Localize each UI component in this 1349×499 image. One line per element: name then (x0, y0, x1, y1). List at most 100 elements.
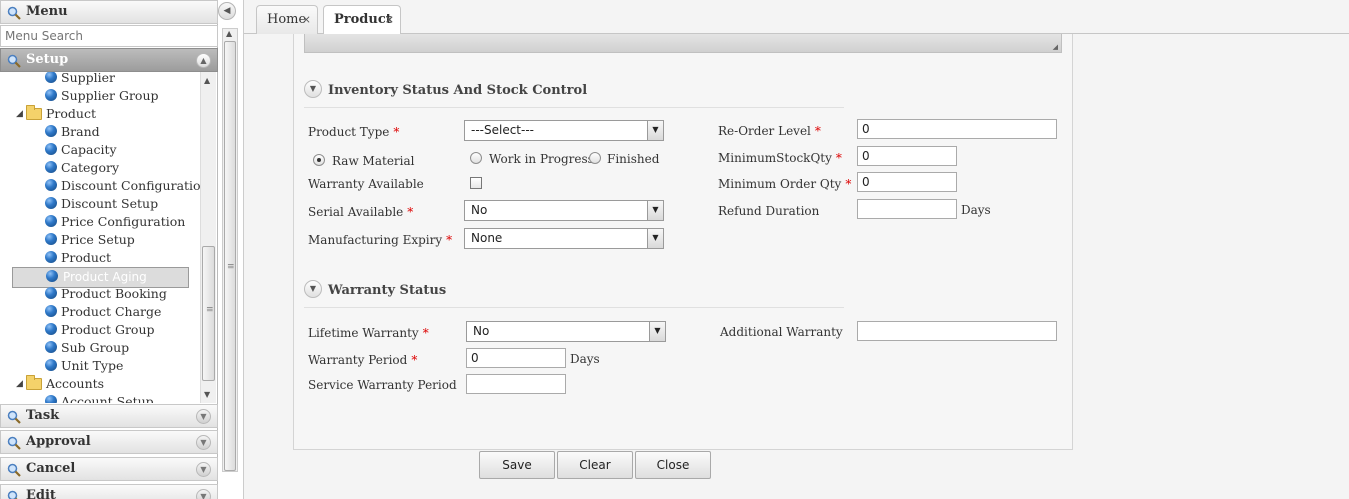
tree-item-label: Unit Type (61, 358, 124, 373)
sidebar-scroll-thumb[interactable]: ≡ (224, 41, 236, 471)
tree-item[interactable]: Category (45, 159, 195, 177)
chevron-down-icon[interactable]: ▼ (304, 80, 322, 98)
dropdown-arrow-icon[interactable]: ▼ (647, 229, 663, 248)
tree-scrollbar[interactable]: ▲ ≡ ▼ (200, 72, 216, 403)
sidebar: Menu Setup ▲ Supplier Supplier Group ◢ Pr… (0, 0, 218, 499)
label-text: Serial Available (308, 205, 404, 219)
label-text: MinimumStockQty (718, 151, 832, 165)
serial-available-select[interactable]: No ▼ (464, 200, 664, 221)
tree-item-label: Category (61, 160, 120, 175)
scroll-up-icon[interactable]: ▲ (226, 29, 232, 38)
tab-product[interactable]: Product × (323, 5, 401, 35)
expand-arrow-icon[interactable]: ◢ (16, 105, 23, 123)
chevron-down-icon[interactable]: ▼ (196, 409, 211, 424)
additional-warranty-input[interactable] (857, 321, 1057, 341)
bullet-icon (45, 215, 57, 227)
bullet-icon (45, 305, 57, 317)
tree-item[interactable]: Price Configuration (45, 213, 195, 231)
section-inventory-header[interactable]: ▼ Inventory Status And Stock Control (304, 78, 844, 108)
manufacturing-expiry-select[interactable]: None ▼ (464, 228, 664, 249)
tree-item-label: Capacity (61, 142, 117, 157)
tree-folder-product[interactable]: ◢ Product (16, 105, 186, 123)
min-order-qty-label: Minimum Order Qty * (718, 177, 851, 191)
accordion-setup[interactable]: Setup ▲ (0, 48, 218, 72)
required-asterisk: * (845, 177, 852, 191)
menu-search-input[interactable] (0, 25, 218, 47)
close-icon[interactable]: × (385, 6, 394, 33)
refund-duration-input[interactable] (857, 199, 957, 219)
previous-section-bar: ◢ (304, 34, 1062, 53)
select-value: No (473, 324, 490, 338)
scroll-up-icon[interactable]: ▲ (204, 76, 210, 85)
tree-item-supplier-group[interactable]: Supplier Group (45, 87, 195, 105)
resize-grip-icon[interactable]: ◢ (1053, 43, 1058, 51)
tree-item[interactable]: Product Booking (45, 285, 195, 303)
manufacturing-expiry-label: Manufacturing Expiry * (308, 233, 452, 247)
close-button[interactable]: Close (635, 451, 711, 479)
tree-item-label: Brand (61, 124, 100, 139)
chevron-left-icon: ◀ (223, 6, 231, 16)
section-warranty-header[interactable]: ▼ Warranty Status (304, 278, 844, 308)
min-stock-qty-input[interactable] (857, 146, 957, 166)
product-type-select[interactable]: ---Select--- ▼ (464, 120, 664, 141)
expand-arrow-icon[interactable]: ◢ (16, 375, 23, 393)
warranty-available-checkbox[interactable] (470, 177, 482, 189)
accordion-cancel[interactable]: Cancel ▼ (0, 457, 218, 481)
tree-item[interactable]: Discount Setup (45, 195, 195, 213)
accordion-task[interactable]: Task ▼ (0, 404, 218, 428)
save-button[interactable]: Save (479, 451, 555, 479)
bullet-icon (45, 143, 57, 155)
tree-item[interactable]: Unit Type (45, 357, 195, 375)
tree-scroll-thumb[interactable]: ≡ (202, 246, 215, 381)
finished-label: Finished (607, 152, 660, 166)
accordion-task-label: Task (26, 408, 60, 423)
tree-item[interactable]: Price Setup (45, 231, 195, 249)
tree-item[interactable]: Capacity (45, 141, 195, 159)
warranty-period-input[interactable] (466, 348, 566, 368)
collapse-sidebar-button[interactable]: ◀ (218, 2, 236, 20)
tree-item[interactable]: Product Group (45, 321, 195, 339)
work-in-progress-radio[interactable] (470, 152, 482, 164)
tree-item-label: Supplier Group (61, 88, 159, 103)
tab-home[interactable]: Home × (256, 5, 318, 34)
tree-item-supplier[interactable]: Supplier (45, 72, 195, 87)
tree-item[interactable]: Product Charge (45, 303, 195, 321)
dropdown-arrow-icon[interactable]: ▼ (647, 201, 663, 220)
dropdown-arrow-icon[interactable]: ▼ (647, 121, 663, 140)
lifetime-warranty-select[interactable]: No ▼ (466, 321, 666, 342)
chevron-down-icon[interactable]: ▼ (196, 489, 211, 499)
chevron-up-icon[interactable]: ▲ (196, 53, 211, 68)
min-order-qty-input[interactable] (857, 172, 957, 192)
label-text: Minimum Order Qty (718, 177, 842, 191)
finished-radio[interactable] (589, 152, 601, 164)
service-warranty-period-input[interactable] (466, 374, 566, 394)
warranty-days-unit: Days (570, 352, 600, 366)
accordion-approval[interactable]: Approval ▼ (0, 430, 218, 454)
reorder-level-input[interactable] (857, 119, 1057, 139)
search-icon (7, 463, 21, 477)
refund-duration-label: Refund Duration (718, 204, 820, 218)
additional-warranty-label: Additional Warranty (720, 325, 843, 339)
tree-item[interactable]: Sub Group (45, 339, 195, 357)
chevron-down-icon[interactable]: ▼ (304, 280, 322, 298)
tree-item-label: Product Group (61, 322, 155, 337)
tab-label: Product (334, 12, 392, 27)
sidebar-scrollbar[interactable]: ▲ ≡ (222, 28, 238, 472)
tree-item[interactable]: Discount Configuration (45, 177, 200, 195)
form-content: ◢ ▼ Inventory Status And Stock Control P… (262, 34, 1349, 499)
service-warranty-period-label: Service Warranty Period (308, 378, 457, 392)
accordion-edit[interactable]: Edit ▼ (0, 484, 218, 499)
tree-folder-accounts[interactable]: ◢ Accounts (16, 375, 186, 393)
scroll-down-icon[interactable]: ▼ (204, 390, 210, 399)
tree-item-account-setup[interactable]: Account Setup (45, 393, 195, 403)
clear-button[interactable]: Clear (557, 451, 633, 479)
close-icon[interactable]: × (302, 6, 311, 33)
reorder-level-label: Re-Order Level * (718, 124, 821, 138)
tree-item[interactable]: Product (45, 249, 195, 267)
dropdown-arrow-icon[interactable]: ▼ (649, 322, 665, 341)
raw-material-radio[interactable] (313, 154, 325, 166)
menu-header: Menu (0, 0, 218, 24)
tree-item[interactable]: Brand (45, 123, 195, 141)
chevron-down-icon[interactable]: ▼ (196, 462, 211, 477)
chevron-down-icon[interactable]: ▼ (196, 435, 211, 450)
